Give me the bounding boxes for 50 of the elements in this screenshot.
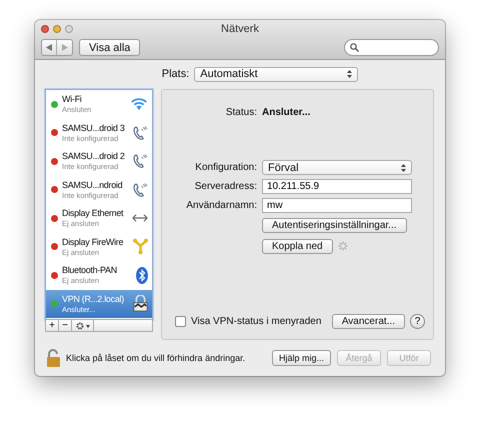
location-select[interactable]: Automatiskt [194, 66, 358, 82]
service-name: Display Ethernet [62, 208, 124, 220]
wifi-icon [130, 97, 148, 112]
footer-button[interactable]: Hjälp mig... [272, 350, 331, 366]
status-label: Status: [224, 106, 258, 118]
gear-icon [76, 322, 90, 330]
add-button[interactable]: + [46, 320, 59, 331]
zoom-button[interactable] [65, 25, 73, 33]
service-name: Bluetooth-PAN [62, 265, 117, 276]
help-button[interactable]: ? [410, 314, 425, 329]
configuration-select[interactable]: Förval [262, 160, 412, 175]
minimize-button[interactable] [53, 25, 61, 33]
bluetooth-icon [136, 266, 148, 284]
service-name: SAMSU...droid 2 [62, 151, 125, 162]
advanced-button[interactable]: Avancerat... [332, 314, 405, 329]
service-name: SAMSU...ndroid [62, 180, 122, 191]
spinner-icon [338, 241, 348, 251]
stepper-icon [401, 164, 406, 172]
firewire-icon [133, 238, 148, 256]
field-label: Konfiguration: [194, 162, 258, 173]
authentication-settings-button[interactable]: Autentiseringsinställningar... [262, 218, 407, 233]
phone-icon [132, 153, 148, 170]
input-field[interactable]: 10.211.55.9 [262, 179, 412, 194]
checkbox-label: Visa VPN-status i menyraden [191, 316, 322, 327]
location-label: Plats: [162, 68, 190, 80]
phone-icon [132, 124, 148, 141]
remove-button[interactable]: − [59, 320, 72, 331]
field-label: Serveradress: [194, 181, 258, 192]
disconnect-button[interactable]: Koppla ned [262, 238, 333, 254]
service-name: Display FireWire [62, 236, 124, 248]
window-title: Nätverk [220, 23, 260, 35]
checkbox[interactable] [175, 316, 186, 327]
lock-hint: Klicka på låset om du vill förhindra ändringar. [66, 353, 246, 363]
back-arrow-icon [46, 44, 52, 51]
padlock-icon[interactable] [47, 349, 61, 367]
service-name: VPN (R...2.local) [62, 294, 124, 305]
stepper-icon [347, 70, 352, 78]
padlock-icon [133, 295, 148, 312]
service-name: Wi-Fi [62, 94, 82, 106]
input-field[interactable]: mw [262, 198, 412, 213]
close-button[interactable] [41, 25, 49, 33]
forward-arrow-icon [62, 44, 68, 51]
field-label: Användarnamn: [185, 200, 258, 211]
status-value: Ansluter... [262, 106, 310, 118]
service-name: SAMSU...droid 3 [62, 122, 125, 134]
phone-icon [132, 182, 148, 198]
ethernet-arrows-icon [132, 213, 148, 224]
show-all-button[interactable]: Visa alla [79, 39, 140, 56]
search-icon [350, 43, 359, 52]
search-field[interactable] [344, 39, 439, 56]
